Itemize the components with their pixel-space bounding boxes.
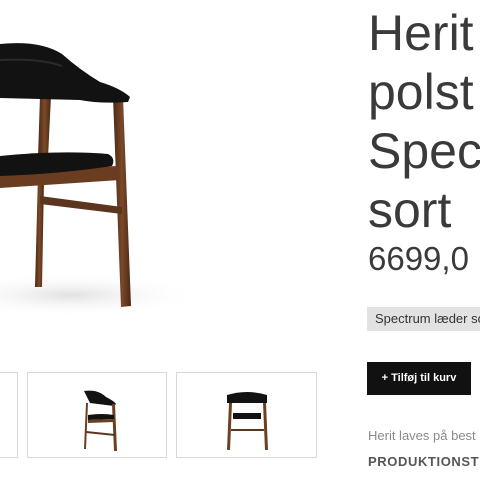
product-hero-image bbox=[0, 0, 345, 345]
product-title-line: sort bbox=[368, 182, 452, 238]
thumbnail-3[interactable] bbox=[176, 372, 317, 458]
thumbnail-1[interactable] bbox=[0, 372, 18, 458]
product-description: Herit laves på best bbox=[368, 428, 476, 443]
armchair-side-icon bbox=[84, 390, 117, 451]
product-title-line: Spec bbox=[368, 123, 480, 179]
product-title-line: Herit bbox=[368, 5, 474, 61]
add-to-cart-button[interactable]: + Tilføj til kurv bbox=[367, 362, 471, 395]
armchair-back-icon bbox=[227, 392, 268, 450]
product-title-line: polst bbox=[368, 64, 474, 120]
product-title: Herit polst Spec sort bbox=[368, 4, 480, 240]
production-heading[interactable]: PRODUKTIONSTE bbox=[368, 454, 480, 469]
variant-chip[interactable]: Spectrum læder so bbox=[367, 307, 480, 331]
thumbnail-2[interactable] bbox=[27, 372, 167, 458]
armchair-icon bbox=[0, 43, 200, 317]
product-price: 6699,0 bbox=[368, 240, 469, 277]
